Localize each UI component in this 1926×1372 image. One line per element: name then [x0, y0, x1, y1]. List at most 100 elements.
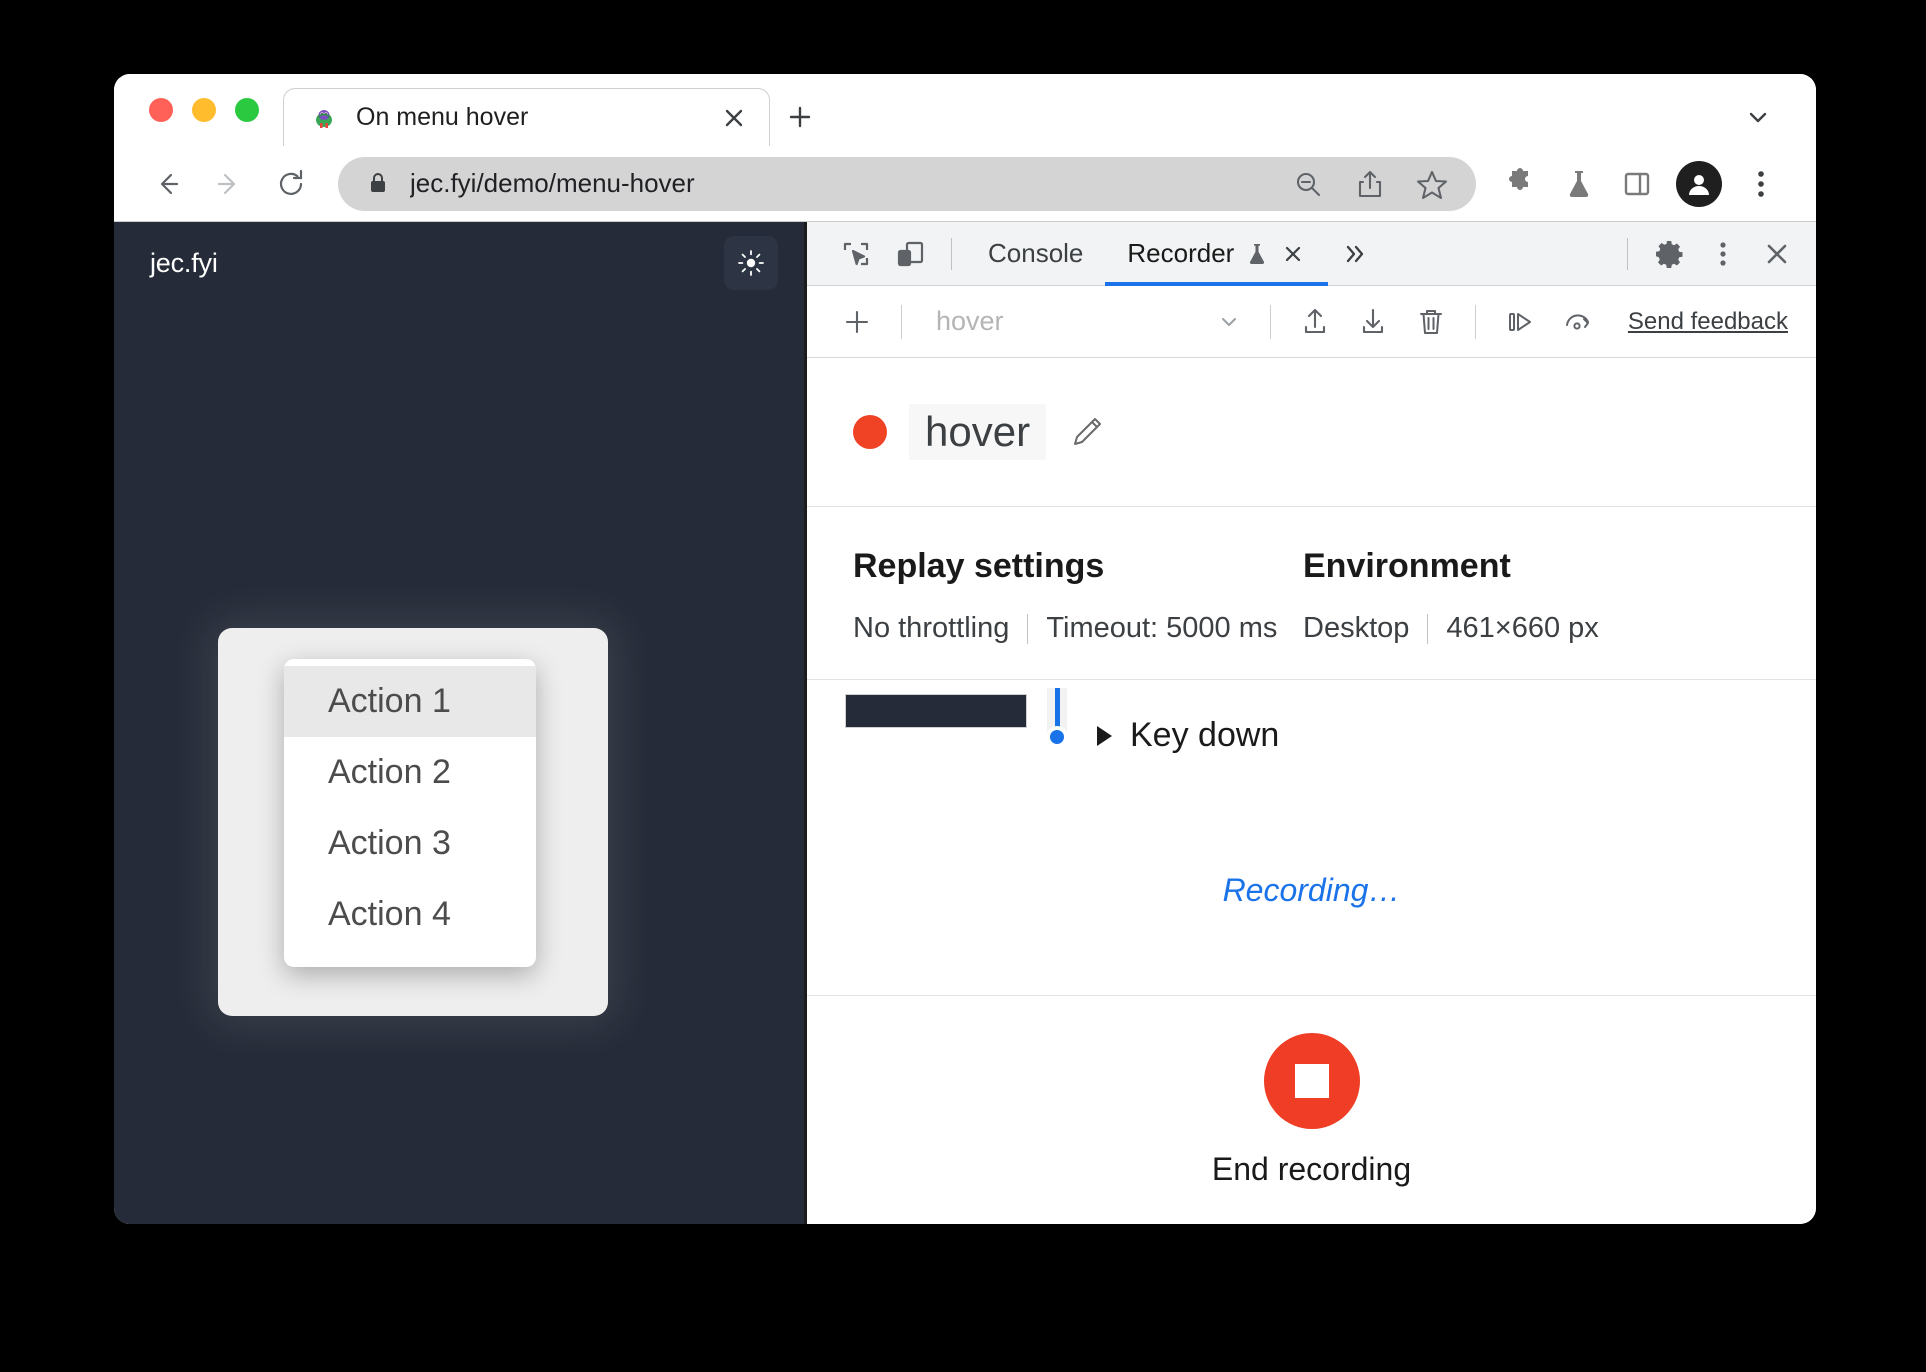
browser-tab[interactable]: On menu hover	[283, 88, 770, 146]
tab-search-button[interactable]	[1740, 88, 1816, 146]
pencil-icon[interactable]	[1068, 413, 1106, 451]
record-dot-icon	[853, 415, 887, 449]
window-traffic-lights	[114, 74, 283, 146]
menu-item-action-1[interactable]: Action 1	[284, 666, 536, 737]
back-arrow-icon[interactable]	[138, 155, 196, 213]
devtools-more-three-dot-icon[interactable]	[1696, 227, 1750, 281]
menu-item-action-3[interactable]: Action 3	[284, 808, 536, 879]
divider	[1427, 613, 1429, 644]
throttling-value[interactable]: No throttling	[853, 612, 1009, 645]
divider	[1474, 304, 1476, 339]
end-recording-label: End recording	[1211, 1150, 1412, 1187]
step-replay-icon[interactable]	[1492, 294, 1548, 350]
browser-content: jec.fyi Hover me! Action 1	[114, 222, 1816, 1224]
tab-recorder-label: Recorder	[1127, 238, 1235, 268]
tab-console[interactable]: Console	[966, 222, 1105, 286]
side-panel-icon[interactable]	[1610, 157, 1664, 211]
recording-title-row: hover	[807, 358, 1816, 507]
close-recorder-tab-icon[interactable]	[1280, 241, 1306, 267]
end-recording-button[interactable]	[1263, 1032, 1360, 1129]
web-page-viewport: jec.fyi Hover me! Action 1	[114, 222, 804, 1224]
new-tab-button[interactable]	[770, 88, 830, 146]
replay-settings-group: Replay settings No throttling Timeout: 5…	[853, 547, 1303, 645]
recording-status: Recording…	[1222, 872, 1401, 908]
inspect-cursor-icon[interactable]	[829, 227, 883, 281]
zoom-out-icon[interactable]	[1286, 162, 1330, 206]
close-tab-button[interactable]	[717, 101, 751, 135]
viewport-value: 461×660 px	[1446, 612, 1599, 644]
environment-group: Environment Desktop 461×660 px	[1303, 547, 1599, 645]
close-window-button[interactable]	[149, 98, 173, 122]
step-name: Key down	[1130, 716, 1280, 754]
chevron-down-icon	[1214, 307, 1244, 337]
forward-arrow-icon[interactable]	[200, 155, 258, 213]
stop-square-icon	[1294, 1063, 1329, 1098]
puzzle-icon[interactable]	[1494, 157, 1548, 211]
tab-console-label: Console	[988, 238, 1084, 268]
divider	[901, 304, 902, 339]
address-bar[interactable]: jec.fyi/demo/menu-hover	[338, 156, 1476, 211]
export-icon[interactable]	[1345, 294, 1401, 350]
menu-item-action-2[interactable]: Action 2	[284, 737, 536, 808]
minimize-window-button[interactable]	[192, 98, 216, 122]
sun-icon[interactable]	[724, 236, 778, 290]
timeout-value[interactable]: Timeout: 5000 ms	[1046, 612, 1277, 645]
url-text: jec.fyi/demo/menu-hover	[410, 168, 695, 198]
recording-select[interactable]: hover	[918, 294, 1254, 350]
page-header: jec.fyi	[114, 222, 804, 304]
performance-replay-icon[interactable]	[1550, 294, 1606, 350]
step-label[interactable]: Key down	[1097, 716, 1279, 755]
trash-icon[interactable]	[1403, 294, 1459, 350]
devtools-overflow-icon[interactable]	[1328, 227, 1382, 281]
end-recording-panel: End recording	[807, 996, 1816, 1224]
menu-item-action-4[interactable]: Action 4	[284, 879, 536, 950]
add-recording-icon[interactable]	[829, 294, 885, 350]
device-toolbar-icon[interactable]	[883, 227, 937, 281]
flask-icon[interactable]	[1552, 157, 1606, 211]
screenshot-thumbnail	[845, 694, 1027, 728]
environment-heading: Environment	[1303, 547, 1511, 585]
turtle-favicon	[310, 104, 338, 132]
rail-dot	[1046, 726, 1068, 748]
hover-menu: Action 1 Action 2 Action 3 Action 4	[284, 659, 536, 967]
import-icon[interactable]	[1287, 294, 1343, 350]
screenshot-root: On menu hover jec.fyi/demo/menu-hover je…	[0, 0, 1926, 1372]
profile-avatar[interactable]	[1676, 160, 1722, 207]
flask-icon	[1244, 241, 1270, 267]
close-devtools-icon[interactable]	[1750, 227, 1804, 281]
divider	[1027, 613, 1029, 644]
recording-select-value: hover	[936, 306, 1004, 336]
divider	[1627, 237, 1628, 270]
replay-settings-heading: Replay settings	[853, 547, 1105, 585]
divider	[951, 237, 952, 270]
site-logo[interactable]: jec.fyi	[150, 248, 218, 279]
menu-item-label: Action 2	[328, 753, 451, 791]
menu-item-label: Action 3	[328, 824, 451, 862]
divider	[1269, 304, 1271, 339]
tab-recorder[interactable]: Recorder	[1105, 222, 1329, 286]
tab-title: On menu hover	[356, 103, 529, 131]
devtools-panel: Console Recorder hover Send feedback hov…	[804, 222, 1816, 1224]
recorder-settings: Replay settings No throttling Timeout: 5…	[807, 507, 1816, 680]
recording-name[interactable]: hover	[909, 404, 1047, 460]
lock-icon	[366, 171, 392, 197]
replay-settings-values: No throttling Timeout: 5000 ms	[853, 612, 1303, 645]
zoom-window-button[interactable]	[235, 98, 259, 122]
browser-toolbar: jec.fyi/demo/menu-hover	[114, 146, 1816, 222]
send-feedback-link[interactable]: Send feedback	[1628, 308, 1788, 336]
device-value: Desktop	[1303, 612, 1410, 644]
browser-window: On menu hover jec.fyi/demo/menu-hover je…	[114, 74, 1816, 1224]
recorder-toolbar: hover Send feedback	[807, 286, 1816, 358]
reload-icon[interactable]	[262, 155, 320, 213]
menu-item-label: Action 1	[328, 682, 451, 720]
expand-caret-icon[interactable]	[1097, 725, 1112, 746]
tab-strip: On menu hover	[114, 74, 1816, 146]
browser-menu-three-dot-icon[interactable]	[1734, 157, 1788, 211]
share-icon[interactable]	[1348, 162, 1392, 206]
recorder-step-list: Key down Recording…	[807, 680, 1816, 996]
gear-icon[interactable]	[1642, 227, 1696, 281]
step-timeline-rail	[1035, 688, 1079, 758]
devtools-tab-bar: Console Recorder	[807, 222, 1816, 286]
star-icon[interactable]	[1410, 162, 1454, 206]
step-row[interactable]: Key down	[1035, 688, 1279, 758]
